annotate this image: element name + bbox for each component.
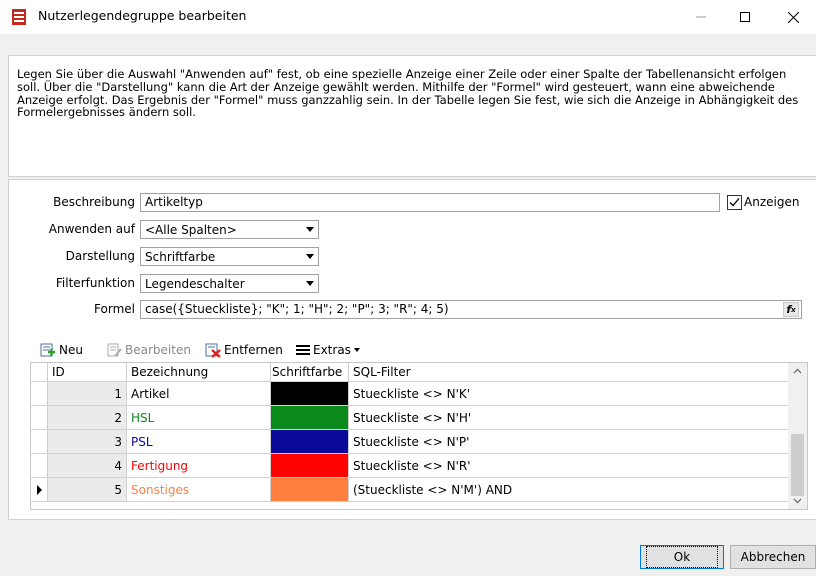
- cell-id: 2: [48, 406, 127, 430]
- cell-sql-filter: Stueckliste <> N'H': [349, 406, 788, 430]
- anzeigen-label: Anzeigen: [744, 195, 800, 209]
- cell-color-swatch: [271, 454, 349, 478]
- filterfunktion-label: Filterfunktion: [55, 276, 135, 290]
- cell-color-swatch: [271, 430, 349, 454]
- maximize-icon: [740, 12, 750, 22]
- row-indicator: [31, 454, 48, 478]
- cell-id: 4: [48, 454, 127, 478]
- chevron-down-icon: [302, 275, 318, 292]
- row-indicator: [31, 478, 48, 502]
- table-row[interactable]: 1 Artikel Stueckliste <> N'K': [31, 382, 788, 406]
- row-indicator: [31, 430, 48, 454]
- beschreibung-label: Beschreibung: [53, 195, 135, 209]
- vertical-scrollbar[interactable]: [788, 363, 807, 509]
- chevron-down-icon: [302, 248, 318, 265]
- bearbeiten-button[interactable]: Bearbeiten: [106, 341, 191, 359]
- table-row-selected[interactable]: 5 Sonstiges (Stueckliste <> N'M') AND: [31, 478, 788, 502]
- ok-label: Ok: [645, 546, 719, 568]
- cell-bezeichnung: Fertigung: [127, 454, 271, 478]
- cell-sql-filter: Stueckliste <> N'K': [349, 382, 788, 406]
- delete-icon: [205, 343, 221, 358]
- abbrechen-label: Abbrechen: [740, 550, 806, 564]
- column-header-schriftfarbe[interactable]: Schriftfarbe: [271, 363, 349, 382]
- entfernen-label: Entfernen: [224, 343, 283, 357]
- neu-label: Neu: [59, 343, 83, 357]
- current-row-arrow-icon: [37, 485, 42, 495]
- darstellung-select[interactable]: Schriftfarbe: [140, 247, 319, 266]
- menu-icon: [296, 345, 310, 355]
- formula-editor-icon[interactable]: fx: [783, 302, 799, 317]
- edit-icon: [107, 343, 122, 357]
- extras-menu-button[interactable]: Extras: [296, 341, 360, 359]
- close-button[interactable]: [770, 0, 816, 34]
- table-row[interactable]: 2 HSL Stueckliste <> N'H': [31, 406, 788, 430]
- title-bar: Nutzerlegendegruppe bearbeiten: [0, 0, 816, 34]
- cell-sql-filter: Stueckliste <> N'R': [349, 454, 788, 478]
- bearbeiten-label: Bearbeiten: [125, 343, 191, 357]
- beschreibung-input[interactable]: Artikeltyp: [140, 193, 720, 212]
- table-row[interactable]: 4 Fertigung Stueckliste <> N'R': [31, 454, 788, 478]
- table-row[interactable]: 3 PSL Stueckliste <> N'P': [31, 430, 788, 454]
- formel-label: Formel: [94, 302, 135, 316]
- minimize-icon: [696, 16, 706, 18]
- extras-label: Extras: [313, 343, 351, 357]
- filterfunktion-select[interactable]: Legendeschalter: [140, 274, 319, 293]
- darstellung-label: Darstellung: [65, 249, 135, 263]
- app-icon: [12, 9, 26, 25]
- cell-bezeichnung: Sonstiges: [127, 478, 271, 502]
- maximize-button[interactable]: [722, 0, 768, 34]
- anwenden-value: <Alle Spalten>: [145, 223, 237, 237]
- anwenden-select[interactable]: <Alle Spalten>: [140, 220, 319, 239]
- caret-down-icon: [353, 348, 360, 352]
- cell-bezeichnung: PSL: [127, 430, 271, 454]
- column-header-id[interactable]: ID: [48, 363, 127, 382]
- formel-input[interactable]: case({Stueckliste}; "K"; 1; "H"; 2; "P";…: [140, 300, 802, 319]
- cell-color-swatch: [271, 406, 349, 430]
- scroll-down-icon[interactable]: [788, 492, 807, 509]
- cell-bezeichnung: HSL: [127, 406, 271, 430]
- chevron-down-icon: [302, 221, 318, 238]
- cell-id: 5: [48, 478, 127, 502]
- close-icon: [787, 11, 799, 23]
- dialog-window: Nutzerlegendegruppe bearbeiten Legen Sie…: [0, 0, 816, 576]
- checkmark-icon: [729, 198, 740, 207]
- cell-id: 3: [48, 430, 127, 454]
- abbrechen-button[interactable]: Abbrechen: [730, 545, 816, 569]
- column-header-bezeichnung[interactable]: Bezeichnung: [127, 363, 271, 382]
- filterfunktion-value: Legendeschalter: [145, 277, 245, 291]
- cell-bezeichnung: Artikel: [127, 382, 271, 406]
- cell-id: 1: [48, 382, 127, 406]
- formel-value: case({Stueckliste}; "K"; 1; "H"; 2; "P";…: [145, 302, 449, 316]
- new-icon: [40, 343, 55, 357]
- window-title: Nutzerlegendegruppe bearbeiten: [38, 8, 247, 23]
- scrollbar-thumb[interactable]: [791, 434, 804, 496]
- anzeigen-checkbox[interactable]: [727, 195, 742, 210]
- info-panel: Legen Sie über die Auswahl "Anwenden auf…: [8, 55, 816, 177]
- column-header-sql-filter[interactable]: SQL-Filter: [349, 363, 788, 382]
- entfernen-button[interactable]: Entfernen: [205, 341, 283, 359]
- row-indicator: [31, 406, 48, 430]
- neu-button[interactable]: Neu: [40, 341, 83, 359]
- cell-color-swatch: [271, 382, 349, 406]
- scroll-up-icon[interactable]: [788, 363, 807, 380]
- row-indicator: [31, 382, 48, 406]
- darstellung-value: Schriftfarbe: [145, 250, 216, 264]
- cell-sql-filter: Stueckliste <> N'P': [349, 430, 788, 454]
- ok-button[interactable]: Ok: [640, 545, 724, 569]
- info-text: Legen Sie über die Auswahl "Anwenden auf…: [17, 67, 799, 120]
- minimize-button[interactable]: [678, 0, 724, 34]
- cell-color-swatch: [271, 478, 349, 502]
- row-indicator-header: [31, 363, 48, 382]
- anwenden-label: Anwenden auf: [48, 222, 135, 236]
- cell-sql-filter: (Stueckliste <> N'M') AND: [349, 478, 788, 502]
- legend-grid[interactable]: ID Bezeichnung Schriftfarbe SQL-Filter 1…: [30, 362, 808, 510]
